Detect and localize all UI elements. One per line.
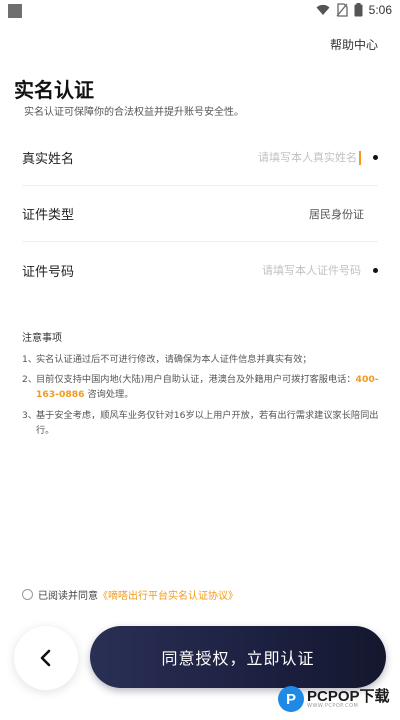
text-cursor — [359, 150, 361, 165]
back-button[interactable] — [14, 626, 78, 690]
watermark-text: PCPOP下载 WWW.PCPOP.COM — [307, 689, 390, 709]
screen: 5:06 帮助中心 实名认证 实名认证可保障你的合法权益并提升账号安全性。 真实… — [0, 0, 400, 720]
agreement-checkbox[interactable] — [22, 589, 33, 600]
notice-item-3: 3、 基于安全考虑，顺风车业务仅针对16岁以上用户开放，若有出行需求建议家长陪同… — [22, 408, 382, 438]
no-sim-icon — [336, 3, 348, 17]
battery-icon — [354, 3, 363, 17]
notice-title: 注意事项 — [22, 333, 62, 344]
notice-number: 2、 — [22, 374, 38, 385]
id-number-row: 证件号码 — [22, 242, 378, 298]
wifi-icon — [316, 4, 330, 15]
id-number-input[interactable] — [142, 263, 361, 277]
help-center-link[interactable]: 帮助中心 — [330, 36, 378, 53]
notice-text-after: 咨询处理。 — [84, 389, 134, 400]
watermark: P PCPOP下载 WWW.PCPOP.COM — [278, 686, 390, 712]
name-label: 真实姓名 — [22, 152, 75, 167]
name-input[interactable] — [142, 151, 357, 164]
watermark-logo: P — [278, 686, 304, 712]
status-bar: 5:06 — [0, 0, 400, 26]
dot-icon — [373, 155, 378, 160]
notice-text: 目前仅支持中国内地(大陆)用户自助认证，港澳台及外籍用户可拨打客服电话：400-… — [36, 372, 382, 402]
notice-item-2: 2、 目前仅支持中国内地(大陆)用户自助认证，港澳台及外籍用户可拨打客服电话：4… — [22, 372, 382, 402]
notification-icon — [8, 4, 22, 18]
watermark-brand: PCPOP下载 — [307, 688, 390, 705]
agreement-row: 已阅读并同意 《嘀嗒出行平台实名认证协议》 — [22, 587, 238, 602]
agree-and-verify-button[interactable]: 同意授权，立即认证 — [90, 626, 386, 688]
status-icons: 5:06 — [316, 3, 392, 17]
chevron-left-icon — [40, 649, 51, 667]
notice-item-1: 1、 实名认证通过后不可进行修改，请确保为本人证件信息并真实有效； — [22, 352, 382, 367]
notice-number: 1、 — [22, 354, 38, 365]
notice-text-before: 目前仅支持中国内地(大陆)用户自助认证，港澳台及外籍用户可拨打客服电话： — [36, 374, 356, 385]
page-title: 实名认证 — [14, 78, 94, 102]
page-subtitle: 实名认证可保障你的合法权益并提升账号安全性。 — [24, 107, 244, 118]
name-row: 真实姓名 — [22, 130, 378, 186]
id-number-label: 证件号码 — [22, 264, 75, 280]
agreement-prefix: 已阅读并同意 — [38, 591, 98, 602]
notice-text: 实名认证通过后不可进行修改，请确保为本人证件信息并真实有效； — [36, 354, 312, 365]
id-type-value[interactable]: 居民身份证 — [142, 206, 378, 222]
dot-icon — [373, 267, 378, 273]
id-type-row[interactable]: 证件类型 居民身份证 — [22, 186, 378, 242]
id-type-label: 证件类型 — [22, 208, 75, 223]
notice-number: 3、 — [22, 410, 38, 421]
status-time: 5:06 — [368, 3, 392, 17]
agreement-link[interactable]: 《嘀嗒出行平台实名认证协议》 — [98, 587, 238, 602]
notice-text: 基于安全考虑，顺风车业务仅针对16岁以上用户开放，若有出行需求建议家长陪同出行。 — [36, 410, 379, 436]
